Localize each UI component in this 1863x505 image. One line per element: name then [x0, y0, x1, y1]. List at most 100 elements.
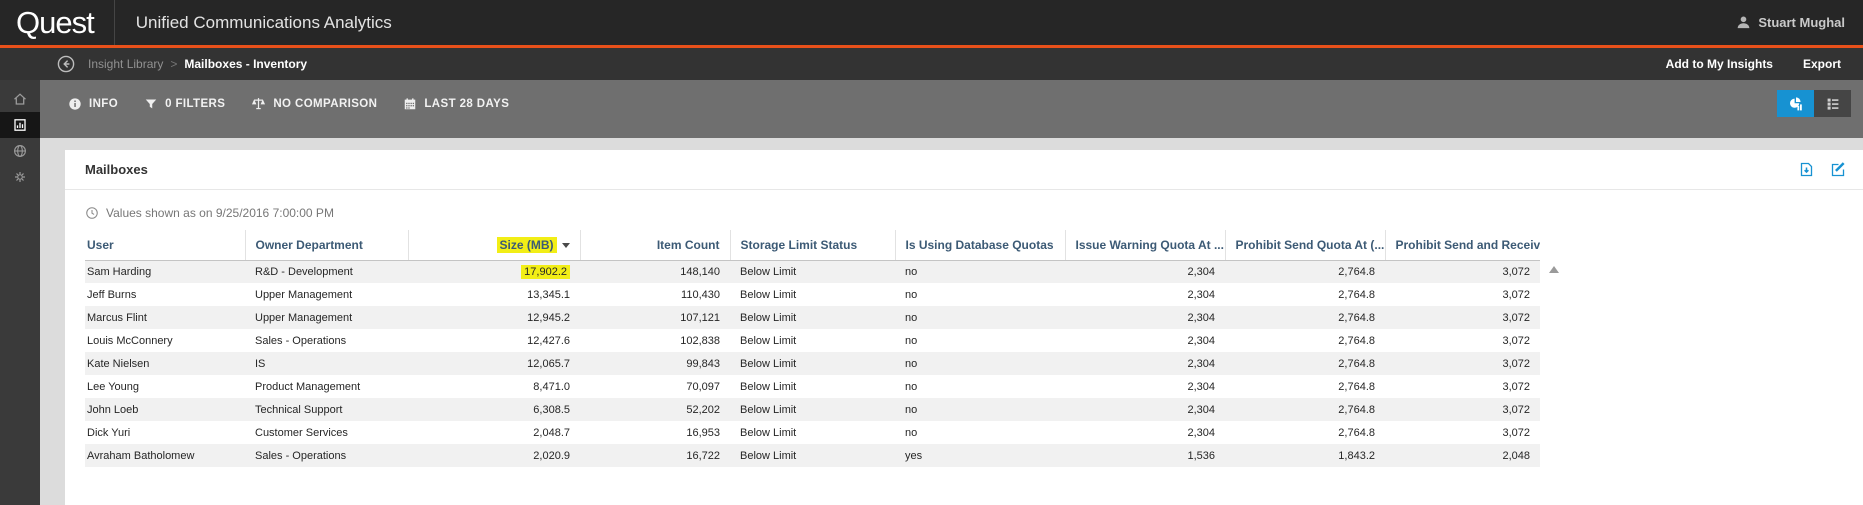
- table-row[interactable]: Marcus Flint Upper Management 12,945.2 107,…: [85, 306, 1540, 329]
- table-cell: 3,072: [1502, 334, 1530, 347]
- table-cell: 3,072: [1502, 288, 1530, 301]
- table-cell: 2,304: [1187, 380, 1215, 393]
- chart-view-toggle[interactable]: [1777, 90, 1814, 117]
- breadcrumb-separator: >: [170, 57, 178, 71]
- timestamp-text: Values shown as on 9/25/2016 7:00:00 PM: [106, 206, 334, 220]
- sidebar-item-globe[interactable]: [0, 138, 40, 164]
- table-cell: 2,764.8: [1338, 265, 1375, 278]
- card-header: Mailboxes: [65, 150, 1863, 190]
- top-bar: Quest Unified Communications Analytics S…: [0, 0, 1863, 45]
- info-icon: [68, 97, 82, 111]
- table-cell: Dick Yuri: [87, 426, 131, 439]
- export-report-icon[interactable]: [1798, 161, 1815, 178]
- breadcrumb-bar: Insight Library > Mailboxes - Inventory …: [0, 48, 1863, 80]
- table-cell: Sales - Operations: [255, 334, 347, 347]
- table-cell: 2,764.8: [1338, 380, 1375, 393]
- table-cell: 2,304: [1187, 265, 1215, 278]
- user-menu[interactable]: Stuart Mughal: [1736, 15, 1845, 30]
- table-cell: Customer Services: [255, 426, 348, 439]
- scrollbar-up-arrow[interactable]: [1549, 266, 1559, 273]
- chart-view-icon: [1788, 96, 1804, 112]
- table-row[interactable]: Jeff Burns Upper Management 13,345.1 110,43…: [85, 283, 1540, 306]
- export-button[interactable]: Export: [1803, 57, 1841, 71]
- column-header-item-count[interactable]: Item Count: [579, 230, 730, 261]
- table-row[interactable]: Dick Yuri Customer Services 2,048.7 16,953 B…: [85, 421, 1540, 444]
- column-header-storage-limit-status[interactable]: Storage Limit Status: [729, 230, 895, 261]
- table-cell: 13,345.1: [527, 288, 570, 301]
- table-row[interactable]: Kate Nielsen IS 12,065.7 99,843 Below Limit n…: [85, 352, 1540, 375]
- table-cell: 12,065.7: [527, 357, 570, 370]
- logo-divider: [113, 0, 115, 45]
- table-cell: 1,843.2: [1338, 449, 1375, 462]
- back-button[interactable]: [57, 55, 75, 73]
- table-cell: 16,722: [686, 449, 720, 462]
- filters-button[interactable]: 0 FILTERS: [144, 97, 225, 111]
- column-label: Owner Department: [255, 237, 363, 252]
- column-label: Is Using Database Quotas: [905, 237, 1054, 252]
- table-cell: 148,140: [680, 265, 720, 278]
- table-row[interactable]: Lee Young Product Management 8,471.0 70,097…: [85, 375, 1540, 398]
- column-header-user[interactable]: User: [85, 230, 245, 261]
- table-cell: 3,072: [1502, 426, 1530, 439]
- breadcrumb-actions: Add to My Insights Export: [1666, 57, 1841, 71]
- info-label: INFO: [89, 97, 119, 110]
- details-view-icon: [1825, 96, 1841, 112]
- info-button[interactable]: INFO: [68, 97, 118, 111]
- table-cell: yes: [905, 449, 923, 462]
- table-cell: 110,430: [681, 288, 720, 301]
- table-row[interactable]: Louis McConnery Sales - Operations 12,427.…: [85, 329, 1540, 352]
- filters-label: 0 FILTERS: [165, 97, 226, 110]
- table-cell: no: [905, 334, 918, 347]
- table-cell: no: [905, 265, 918, 278]
- add-to-my-insights-button[interactable]: Add to My Insights: [1666, 57, 1773, 71]
- table-cell: 3,072: [1502, 403, 1530, 416]
- table-cell: 107,121: [680, 311, 720, 324]
- date-range-button[interactable]: LAST 28 DAYS: [403, 97, 509, 111]
- column-header-issue-warning-quota-at[interactable]: Issue Warning Quota At ...: [1064, 230, 1225, 261]
- table-cell: 52,202: [686, 403, 720, 416]
- column-header-prohibit-send-quota-at[interactable]: Prohibit Send Quota At (...: [1224, 230, 1385, 261]
- table-row[interactable]: John Loeb Technical Support 6,308.5 52,202 B…: [85, 398, 1540, 421]
- table-cell: 2,048.7: [533, 426, 570, 439]
- table-cell: 2,764.8: [1338, 403, 1375, 416]
- mailboxes-card: Mailboxes Values shown as on 9/25/2016 7…: [65, 150, 1863, 505]
- column-header-prohibit-send-and-receiv[interactable]: Prohibit Send and Receiv...: [1384, 230, 1540, 261]
- table-row[interactable]: Avraham Batholomew Sales - Operations 2,02…: [85, 444, 1540, 467]
- comparison-button[interactable]: NO COMPARISON: [251, 96, 377, 111]
- table-cell: Below Limit: [740, 426, 797, 439]
- sidebar-item-home[interactable]: [0, 86, 40, 112]
- table-cell: 3,072: [1502, 357, 1530, 370]
- details-view-toggle[interactable]: [1814, 90, 1851, 117]
- table-cell: IS: [255, 357, 266, 370]
- left-sidebar: [0, 80, 40, 505]
- table-cell: Avraham Batholomew: [87, 449, 195, 462]
- column-label: Item Count: [656, 237, 720, 252]
- table-row[interactable]: Sam Harding R&D - Development 17,902.2 148,…: [85, 260, 1540, 283]
- table-cell: Upper Management: [255, 288, 353, 301]
- breadcrumb-parent-link[interactable]: Insight Library: [88, 57, 163, 71]
- table-cell: Product Management: [255, 380, 361, 393]
- column-label: Storage Limit Status: [740, 237, 858, 252]
- column-header-owner-department[interactable]: Owner Department: [244, 230, 408, 261]
- table-cell: 2,304: [1187, 288, 1215, 301]
- table-cell: 2,020.9: [533, 449, 570, 462]
- table-cell: 6,308.5: [533, 403, 570, 416]
- sidebar-item-settings[interactable]: [0, 164, 40, 190]
- values-timestamp-note: Values shown as on 9/25/2016 7:00:00 PM: [65, 190, 1863, 224]
- table-cell: 2,764.8: [1338, 288, 1375, 301]
- table-cell: Marcus Flint: [87, 311, 147, 324]
- calendar-icon: [403, 97, 417, 111]
- table-cell: 2,304: [1187, 426, 1215, 439]
- table-cell: Below Limit: [740, 265, 797, 278]
- table-cell: no: [905, 403, 918, 416]
- sidebar-item-insights[interactable]: [0, 112, 40, 138]
- table-cell: Lee Young: [87, 380, 140, 393]
- app-title: Unified Communications Analytics: [135, 12, 392, 32]
- column-header-is-using-database-quotas[interactable]: Is Using Database Quotas: [894, 230, 1065, 261]
- edit-icon[interactable]: [1830, 161, 1847, 178]
- app-window: Quest Unified Communications Analytics S…: [0, 0, 1863, 505]
- table-cell: Kate Nielsen: [87, 357, 150, 370]
- breadcrumb: Insight Library > Mailboxes - Inventory: [88, 57, 307, 71]
- column-header-size-mb[interactable]: Size (MB): [407, 230, 580, 261]
- insight-toolbar: INFO 0 FILTERS NO COMPARISON LAST 28 DAY…: [40, 80, 1863, 138]
